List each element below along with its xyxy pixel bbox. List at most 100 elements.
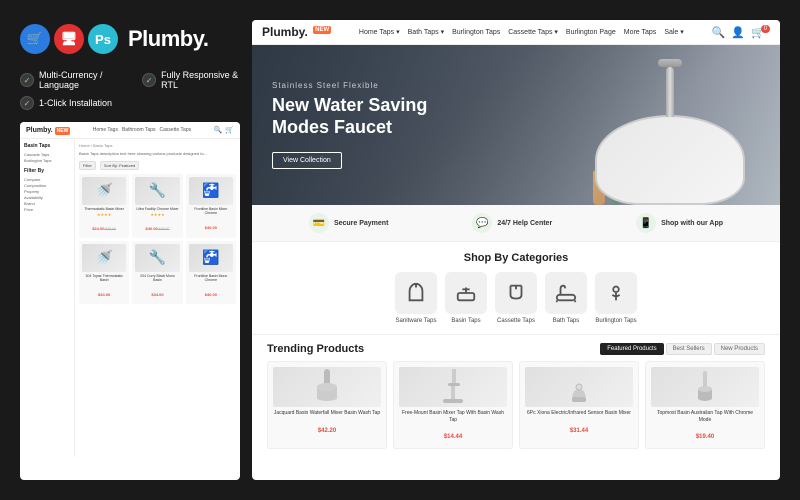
categories-title: Shop By Categories — [267, 252, 765, 264]
nav-bathroom[interactable]: Bathroom Taps — [122, 127, 156, 133]
nav-cassette-main[interactable]: Cassette Taps ▾ — [508, 28, 558, 36]
filter-button[interactable]: Filter — [79, 161, 96, 170]
product-card-6[interactable]: 🚰 Frontline Basin Mono Chrome $40.00 — [186, 241, 236, 304]
nav-sale[interactable]: Sale ▾ — [664, 28, 683, 36]
filter-availability[interactable]: Availability — [24, 195, 70, 200]
trending-card-2[interactable]: Free-Mount Basin Mixer Tap With Basin Wa… — [393, 361, 513, 449]
filter-price[interactable]: Price — [24, 207, 70, 212]
store-user-icon[interactable]: 👤 — [731, 26, 745, 39]
filter-compare[interactable]: Compare — [24, 177, 70, 182]
shop-main-small: Home / Basin Taps Basin Taps description… — [75, 139, 240, 457]
trending-title: Trending Products — [267, 343, 364, 355]
app-icon: 📱 — [636, 213, 656, 233]
sidebar-link-1[interactable]: Cascade Taps — [24, 152, 70, 157]
cart-count: 0 — [761, 25, 770, 33]
monitor-icon-red: 🖥 — [54, 24, 84, 54]
product-card-4[interactable]: 🚿 304 Topaz Thermostatic Basin $34.00 — [79, 241, 129, 304]
products-grid-small: 🚿 Thermostatic Basin Mixer ★★★★ $24.00 $… — [79, 174, 236, 305]
filter-composition[interactable]: Composition — [24, 183, 70, 188]
category-bath[interactable]: Bath Taps — [545, 272, 587, 324]
ps-icon-teal: Ps — [88, 24, 118, 54]
shop-content-small: Basin Taps Cascade Taps Burlington Taps … — [20, 139, 240, 457]
hero-banner: Stainless Steel Flexible New Water Savin… — [252, 45, 780, 205]
filter-by-label: Filter By — [24, 168, 70, 174]
sidebar-link-2[interactable]: Burlington Taps — [24, 158, 70, 163]
nav-burlington[interactable]: Burlington Taps — [452, 29, 500, 36]
trending-name-3: 6Pc Xiona Electric/Infrared Sensor Basin… — [525, 410, 633, 417]
store-cart-icon[interactable]: 🛒0 — [751, 26, 770, 39]
sort-button[interactable]: Sort By: Featured — [100, 161, 139, 170]
view-collection-button[interactable]: View Collection — [272, 152, 342, 169]
product-name-2: Ultra Facility Chrome Mixer — [135, 207, 179, 211]
feature-app: 📱 Shop with our App — [636, 213, 723, 233]
small-cart-icon[interactable]: 🛒 — [225, 126, 234, 134]
trending-card-4[interactable]: Topmost Basin Australian Tap With Chrome… — [645, 361, 765, 449]
product-card-5[interactable]: 🔧 204 Curry Black Mono Basin $34.00 — [132, 241, 182, 304]
hero-faucet-deco — [580, 65, 760, 205]
feature-install: ✓ 1-Click Installation — [20, 96, 112, 110]
trending-img-4 — [651, 367, 759, 407]
feature-row-1: ✓ Multi-Currency / Language ✓ Fully Resp… — [20, 70, 240, 90]
trending-card-1[interactable]: Jacquard Basin Waterfall Mixer Basin Was… — [267, 361, 387, 449]
feature-help-center: 💬 24/7 Help Center — [472, 213, 552, 233]
trending-pricing-4: $19.40 — [651, 425, 759, 443]
tab-featured[interactable]: Featured Products — [600, 343, 663, 355]
trending-card-3[interactable]: 6Pc Xiona Electric/Infrared Sensor Basin… — [519, 361, 639, 449]
features-list: ✓ Multi-Currency / Language ✓ Fully Resp… — [20, 70, 240, 110]
store-nav: Home Taps ▾ Bath Taps ▾ Burlington Taps … — [359, 28, 684, 36]
shop-sidebar-small: Basin Taps Cascade Taps Burlington Taps … — [20, 139, 75, 457]
sink-visual — [595, 115, 745, 205]
trending-products: Jacquard Basin Waterfall Mixer Basin Was… — [267, 361, 765, 449]
sanitware-label: Sanitware Taps — [396, 318, 437, 324]
categories-section: Shop By Categories Sanitware Taps — [252, 242, 780, 334]
category-basin[interactable]: Basin Taps — [445, 272, 487, 324]
store-logo: Plumby. NEW — [262, 25, 331, 39]
right-panel: Plumby. NEW Home Taps ▾ Bath Taps ▾ Burl… — [252, 20, 780, 480]
basin-label: Basin Taps — [451, 318, 480, 324]
features-strip: 💳 Secure Payment 💬 24/7 Help Center 📱 Sh… — [252, 205, 780, 242]
tab-bestsellers[interactable]: Best Sellers — [666, 343, 712, 355]
category-cassette[interactable]: Cassette Taps — [495, 272, 537, 324]
filter-property[interactable]: Property — [24, 189, 70, 194]
faucet-visual — [666, 67, 674, 117]
nav-more-taps[interactable]: More Taps — [624, 29, 657, 36]
nav-bath[interactable]: Bath Taps ▾ — [408, 28, 444, 36]
tab-new[interactable]: New Products — [714, 343, 765, 355]
product-img-2: 🔧 — [135, 177, 179, 205]
trending-price-4: $19.40 — [696, 434, 714, 440]
product-card-3[interactable]: 🚰 Frontline Basin Mixer Chrome $40.00 — [186, 174, 236, 238]
sanitware-icon-box — [395, 272, 437, 314]
check-icon-2: ✓ — [142, 73, 156, 87]
store-search-icon[interactable]: 🔍 — [712, 26, 726, 39]
trending-name-1: Jacquard Basin Waterfall Mixer Basin Was… — [273, 410, 381, 417]
product-card-2[interactable]: 🔧 Ultra Facility Chrome Mixer ★★★★ $40.0… — [132, 174, 182, 238]
help-center-text: 24/7 Help Center — [497, 220, 552, 227]
secure-payment-label: Secure Payment — [334, 220, 388, 227]
faucet-head — [658, 59, 682, 67]
feature-row-2: ✓ 1-Click Installation — [20, 96, 240, 110]
filter-sort-row: Filter Sort By: Featured — [79, 161, 236, 170]
filter-brand[interactable]: Brand — [24, 201, 70, 206]
trending-price-3: $31.44 — [570, 428, 588, 434]
shop-preview-small: Plumby. NEW Home Tags Bathroom Taps Cass… — [20, 122, 240, 480]
burlington-label: Burlington Taps — [595, 318, 636, 324]
help-center-label: 24/7 Help Center — [497, 220, 552, 227]
feature-label-2: Fully Responsive & RTL — [161, 70, 240, 90]
category-burlington[interactable]: Burlington Taps — [595, 272, 637, 324]
nav-burlington-page[interactable]: Burlington Page — [566, 29, 616, 36]
nav-cassette[interactable]: Cassette Taps — [160, 127, 192, 133]
nav-home[interactable]: Home Tags — [93, 127, 118, 133]
nav-home-main[interactable]: Home Taps ▾ — [359, 28, 400, 36]
product-price-1: $24.00 $36.00 — [82, 217, 126, 235]
trending-img-2 — [399, 367, 507, 407]
cassette-label: Cassette Taps — [497, 318, 535, 324]
product-card-1[interactable]: 🚿 Thermostatic Basin Mixer ★★★★ $24.00 $… — [79, 174, 129, 238]
trending-name-4: Topmost Basin Australian Tap With Chrome… — [651, 410, 759, 423]
trending-name-2: Free-Mount Basin Mixer Tap With Basin Wa… — [399, 410, 507, 423]
trending-img-1 — [273, 367, 381, 407]
categories-grid: Sanitware Taps Basin Taps — [267, 272, 765, 324]
category-sanitware[interactable]: Sanitware Taps — [395, 272, 437, 324]
small-shop-logo: Plumby. NEW — [26, 127, 70, 134]
small-search-icon[interactable]: 🔍 — [214, 126, 223, 134]
trending-tabs: Featured Products Best Sellers New Produ… — [600, 343, 765, 355]
